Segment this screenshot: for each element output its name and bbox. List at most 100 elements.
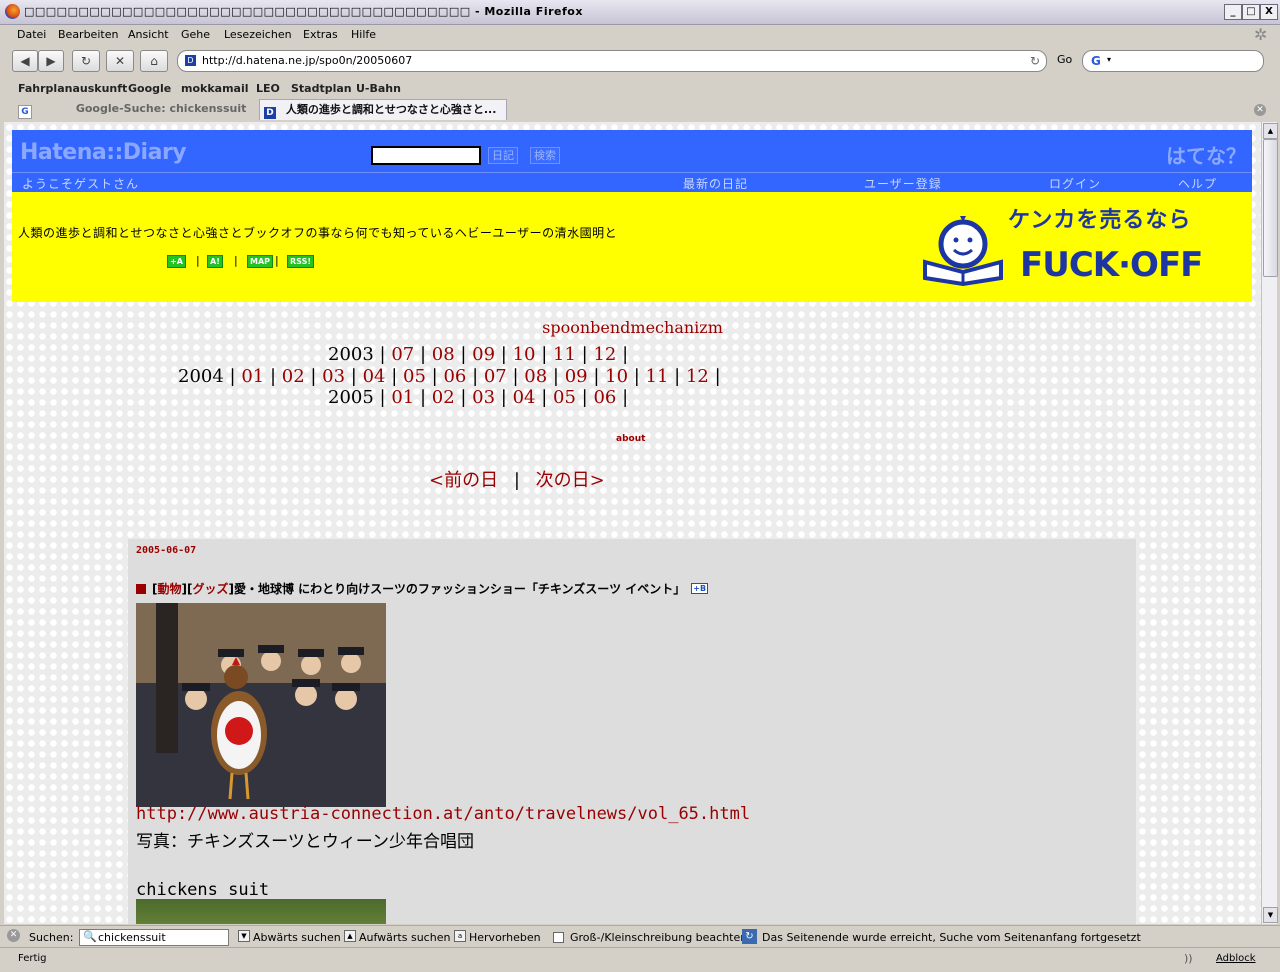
reload-button[interactable]: ↻ xyxy=(72,50,100,72)
calendar-month-link[interactable]: 02 xyxy=(432,387,455,408)
calendar-month-link[interactable]: 03 xyxy=(472,387,495,408)
calendar-month-link[interactable]: 10 xyxy=(605,366,628,387)
hatena-diary-logo[interactable]: Hatena::Diary xyxy=(20,140,187,165)
calendar-month-link[interactable]: 12 xyxy=(593,344,616,365)
bookmark-google[interactable]: Google xyxy=(128,82,171,95)
nav-help[interactable]: ヘルプ xyxy=(1178,175,1217,192)
calendar-month-link[interactable]: 02 xyxy=(282,366,305,387)
prev-day-link[interactable]: <前の日 xyxy=(429,470,498,491)
scroll-down-icon[interactable]: ▼ xyxy=(1263,907,1278,923)
calendar-month-link[interactable]: 08 xyxy=(432,344,455,365)
tab-hatena-diary[interactable]: D 人類の進歩と調和とせつなさと心強さと... xyxy=(259,99,507,120)
close-tab-icon[interactable]: ✕ xyxy=(1254,104,1266,116)
arrow-up-icon[interactable]: ▲ xyxy=(344,930,356,942)
vertical-scrollbar[interactable]: ▲ ▼ xyxy=(1261,122,1278,924)
calendar-month-link[interactable]: 08 xyxy=(524,366,547,387)
source-link[interactable]: http://www.austria-connection.at/anto/tr… xyxy=(136,804,750,824)
tab-google-search[interactable]: G Google-Suche: chickenssuit xyxy=(14,99,258,119)
forward-button[interactable]: ▶ xyxy=(38,50,64,72)
scroll-up-icon[interactable]: ▲ xyxy=(1263,123,1278,139)
url-bar[interactable]: D http://d.hatena.ne.jp/spo0n/20050607 ↻ xyxy=(177,50,1047,72)
calendar-month-link[interactable]: 04 xyxy=(513,387,536,408)
calendar-month-link[interactable]: 11 xyxy=(553,344,576,365)
diary-search-button[interactable]: 日記 xyxy=(488,147,518,164)
highlight-button[interactable]: Hervorheben xyxy=(469,931,541,944)
calendar-month-link[interactable]: 07 xyxy=(391,344,414,365)
menu-ansicht[interactable]: Ansicht xyxy=(128,28,169,41)
a-badge[interactable]: A! xyxy=(207,255,223,268)
find-prev-button[interactable]: Aufwärts suchen xyxy=(359,931,450,944)
menu-lesezeichen[interactable]: Lesezeichen xyxy=(224,28,292,41)
calendar-month-link[interactable]: 07 xyxy=(484,366,507,387)
go-button[interactable]: Go xyxy=(1057,53,1072,66)
close-findbar-icon[interactable]: ✕ xyxy=(7,929,20,942)
calendar-month-link[interactable]: 09 xyxy=(565,366,588,387)
url-reload-icon[interactable]: ↻ xyxy=(1030,54,1040,68)
nav-login[interactable]: ログイン xyxy=(1049,175,1101,192)
calendar-month-link[interactable]: 06 xyxy=(443,366,466,387)
match-case-checkbox[interactable] xyxy=(553,932,564,943)
hatena-nav-bar: ようこそゲストさん 最新の日記 ユーザー登録 ログイン ヘルプ xyxy=(12,172,1252,193)
section-square-icon[interactable] xyxy=(136,584,146,594)
next-day-link[interactable]: 次の日> xyxy=(536,470,605,491)
close-button[interactable]: X xyxy=(1260,4,1278,20)
calendar-month-link[interactable]: 01 xyxy=(391,387,414,408)
menu-bearbeiten[interactable]: Bearbeiten xyxy=(58,28,118,41)
url-text[interactable]: http://d.hatena.ne.jp/spo0n/20050607 xyxy=(202,54,412,67)
ad-tagline[interactable]: ケンカを売るなら xyxy=(1008,202,1191,234)
calendar-month-link[interactable]: 05 xyxy=(403,366,426,387)
ad-brand-text[interactable]: FUCK·OFF xyxy=(1020,245,1203,285)
calendar-month-link[interactable]: 12 xyxy=(686,366,709,387)
rss-badge[interactable]: RSS! xyxy=(287,255,314,268)
nav-user-register[interactable]: ユーザー登録 xyxy=(864,175,942,192)
antenna-badge[interactable]: +A xyxy=(167,255,186,268)
category-animal[interactable]: 動物 xyxy=(157,582,181,596)
search-button[interactable]: 検索 xyxy=(530,147,560,164)
bookmark-fahrplanauskunft[interactable]: Fahrplanauskunft xyxy=(18,82,127,95)
find-input-value[interactable]: chickenssuit xyxy=(98,931,166,944)
bookmark-mokkamail[interactable]: mokkamail xyxy=(181,82,249,95)
category-goods[interactable]: グッズ xyxy=(192,582,228,596)
back-button[interactable]: ◀ xyxy=(12,50,38,72)
maximize-button[interactable]: □ xyxy=(1242,4,1260,20)
chevron-down-icon[interactable]: ▾ xyxy=(1107,55,1111,64)
calendar-month-link[interactable]: 11 xyxy=(646,366,669,387)
calendar-month-link[interactable]: 01 xyxy=(241,366,264,387)
search-engine-box[interactable]: G ▾ xyxy=(1082,50,1264,72)
match-case-label[interactable]: Groß-/Kleinschreibung beachten xyxy=(570,931,747,944)
find-next-button[interactable]: Abwärts suchen xyxy=(253,931,341,944)
hatena-brand-logo[interactable]: はてな？ xyxy=(1166,140,1246,169)
hatena-search-input[interactable] xyxy=(371,146,481,165)
calendar-month-link[interactable]: 10 xyxy=(513,344,536,365)
bookmark-stadtplan[interactable]: Stadtplan xyxy=(291,82,352,95)
calendar-month-link[interactable]: 06 xyxy=(593,387,616,408)
minimize-button[interactable]: _ xyxy=(1224,4,1242,20)
scrollbar-thumb[interactable] xyxy=(1263,139,1278,277)
menu-hilfe[interactable]: Hilfe xyxy=(351,28,376,41)
find-input[interactable]: 🔍 chickenssuit xyxy=(79,929,229,946)
arrow-down-icon[interactable]: ▼ xyxy=(238,930,250,942)
menu-extras[interactable]: Extras xyxy=(303,28,338,41)
calendar-month-link[interactable]: 03 xyxy=(322,366,345,387)
diary-title[interactable]: spoonbendmechanizm xyxy=(4,318,1261,337)
hatena-bookmark-icon[interactable]: +B xyxy=(691,583,709,594)
stop-button[interactable]: ✕ xyxy=(106,50,134,72)
adblock-button[interactable]: Adblock xyxy=(1216,953,1256,964)
about-link[interactable]: about xyxy=(616,434,645,444)
menu-gehe[interactable]: Gehe xyxy=(181,28,210,41)
google-icon[interactable]: G xyxy=(1091,54,1101,68)
bookmark-u-bahn[interactable]: U-Bahn xyxy=(356,82,401,95)
entry-date[interactable]: 2005-06-07 xyxy=(136,545,196,556)
status-bar: Fertig )) Adblock xyxy=(0,947,1280,972)
calendar-month-link[interactable]: 05 xyxy=(553,387,576,408)
home-button[interactable]: ⌂ xyxy=(140,50,168,72)
entry-subheading: chickens suit xyxy=(136,880,270,900)
bookmark-leo[interactable]: LEO xyxy=(256,82,280,95)
rss-feed-icon[interactable]: )) xyxy=(1184,952,1193,965)
map-badge[interactable]: MAP xyxy=(247,255,274,268)
calendar-month-link[interactable]: 04 xyxy=(363,366,386,387)
highlight-icon[interactable]: a xyxy=(454,930,466,942)
calendar-month-link[interactable]: 09 xyxy=(472,344,495,365)
nav-latest-diary[interactable]: 最新の日記 xyxy=(683,175,748,192)
menu-datei[interactable]: Datei xyxy=(17,28,46,41)
